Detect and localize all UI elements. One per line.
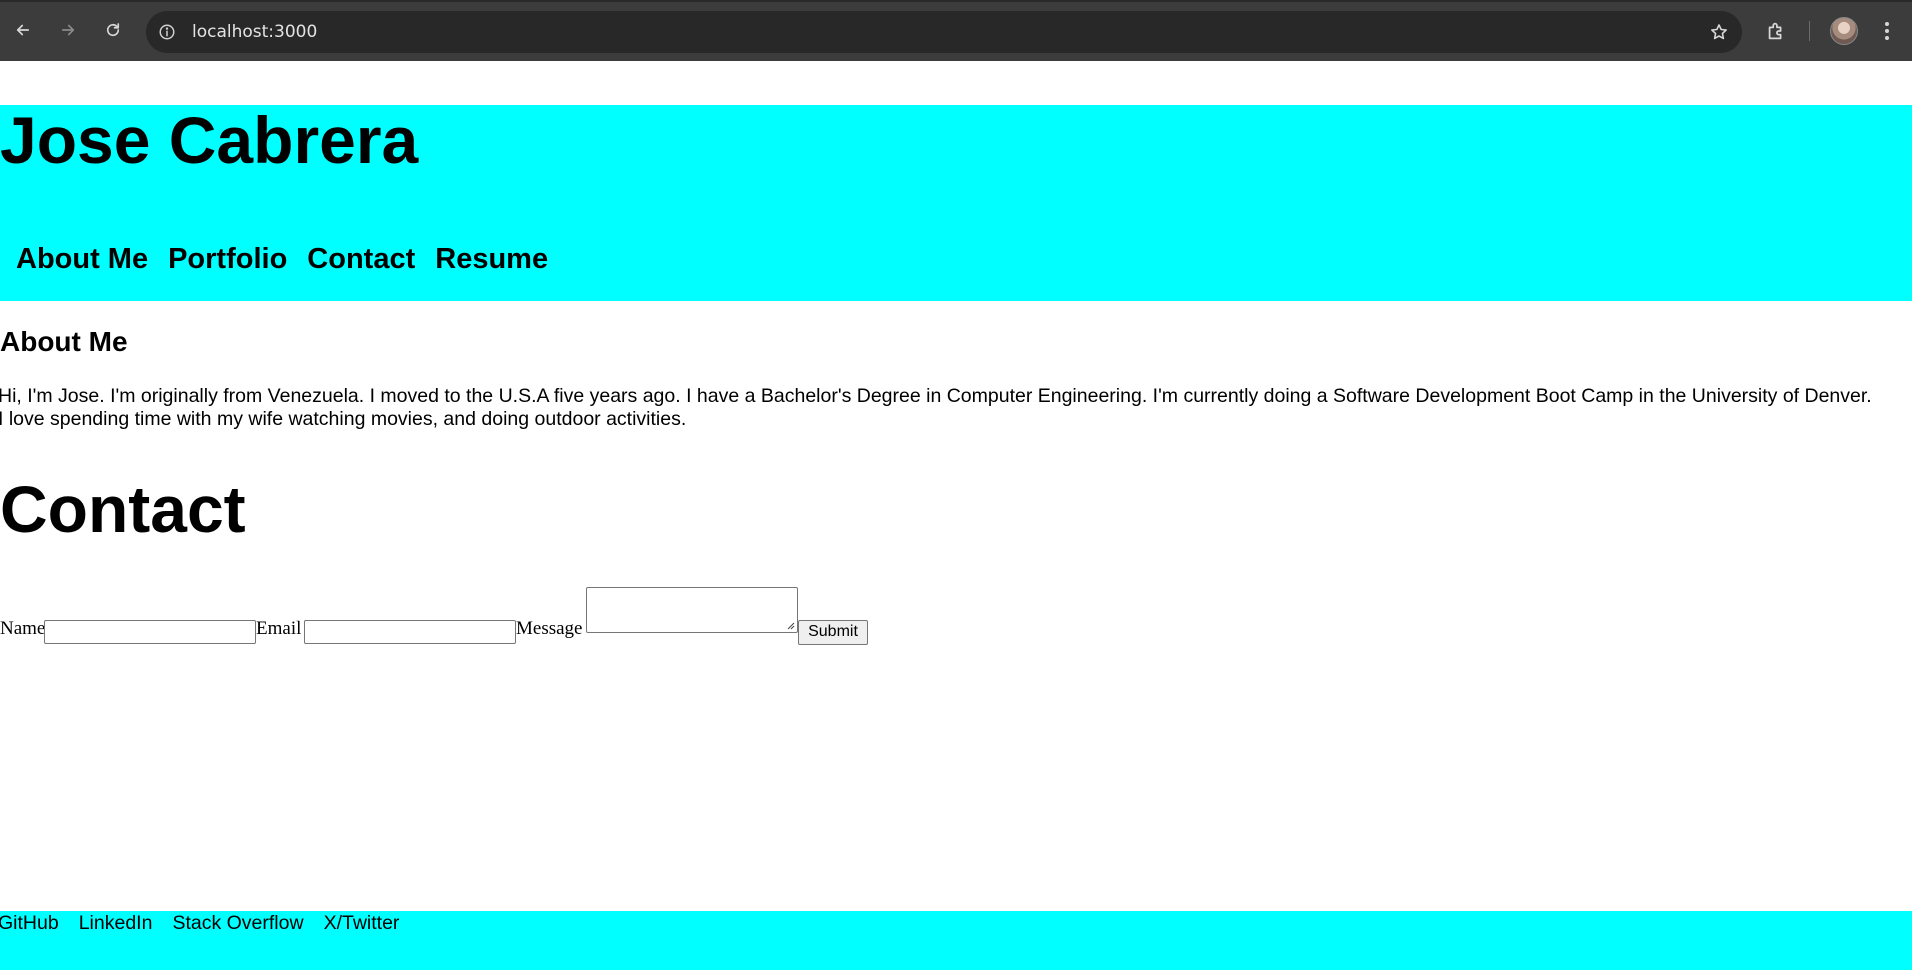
info-icon[interactable] [156,21,178,43]
star-icon[interactable] [1708,21,1730,43]
reload-icon [104,21,122,44]
arrow-right-icon [59,21,77,44]
back-button[interactable] [7,16,39,48]
url-text[interactable]: localhost:3000 [192,11,317,53]
footer-links: GitHub LinkedIn Stack Overflow X/Twitter [0,911,419,935]
email-input[interactable] [304,620,516,644]
arrow-left-icon [14,21,32,44]
name-input[interactable] [44,620,256,644]
page-viewport: Jose Cabrera About Me Portfolio Contact … [0,61,1912,970]
site-header: Jose Cabrera About Me Portfolio Contact … [0,105,1912,301]
toolbar-divider [1809,21,1810,41]
about-heading: About Me [0,326,128,357]
footer-link-github[interactable]: GitHub [0,911,59,935]
browser-toolbar: localhost:3000 [0,0,1912,61]
footer-link-x-twitter[interactable]: X/Twitter [324,911,400,935]
footer-link-stack-overflow[interactable]: Stack Overflow [172,911,303,935]
site-title: Jose Cabrera [0,103,419,177]
about-paragraph: Hi, I'm Jose. I'm originally from Venezu… [0,385,1872,430]
puzzle-icon[interactable] [1762,17,1790,45]
message-textarea[interactable] [586,587,798,633]
submit-button[interactable]: Submit [798,620,868,645]
nav-link-portfolio[interactable]: Portfolio [168,241,287,277]
nav-link-about-me[interactable]: About Me [16,241,148,277]
email-label: Email [256,618,302,639]
profile-avatar[interactable] [1830,17,1858,45]
site-footer: GitHub LinkedIn Stack Overflow X/Twitter [0,911,1912,970]
forward-button[interactable] [52,16,84,48]
kebab-menu-icon[interactable] [1876,17,1898,45]
tab-strip-edge [0,0,1912,2]
name-label: Name [0,618,46,639]
resize-handle-icon[interactable] [786,621,795,630]
footer-link-linkedin[interactable]: LinkedIn [79,911,153,935]
main-nav: About Me Portfolio Contact Resume [16,241,568,277]
reload-button[interactable] [97,16,129,48]
contact-heading: Contact [0,472,246,546]
nav-link-contact[interactable]: Contact [307,241,415,277]
message-label: Message [516,618,583,639]
address-bar[interactable]: localhost:3000 [146,11,1742,53]
nav-link-resume[interactable]: Resume [435,241,548,277]
